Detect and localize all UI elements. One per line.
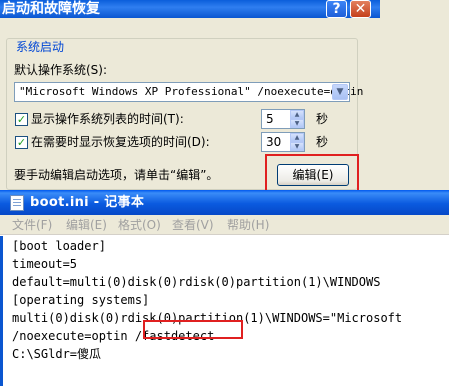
show-list-seconds-value: 5 (266, 112, 274, 126)
show-recovery-label: 在需要时显示恢复选项的时间(D): (31, 135, 210, 149)
chevron-down-icon[interactable]: ▼ (332, 84, 348, 100)
notepad-window: boot.ini - 记事本 文件(F) 编辑(E) 格式(O) 查看(V) 帮… (0, 190, 449, 386)
dialog-title: 启动和故障恢复 (2, 1, 100, 17)
startup-recovery-dialog: 启动和故障恢复 ? ✕ 系统启动 默认操作系统(S): "Microsoft W… (0, 0, 380, 198)
text-line: [boot loader] (12, 239, 106, 253)
default-os-label: 默认操作系统(S): (14, 63, 108, 77)
spin-up-icon[interactable]: ▲ (290, 133, 304, 142)
text-line: default=multi(0)disk(0)rdisk(0)partition… (12, 275, 381, 289)
spin-up-icon[interactable]: ▲ (290, 110, 304, 119)
edit-hint-text: 要手动编辑启动选项，请单击“编辑”。 (14, 168, 219, 182)
default-os-select[interactable]: "Microsoft Windows XP Professional" /noe… (14, 82, 363, 102)
default-os-value: "Microsoft Windows XP Professional" /noe… (19, 85, 364, 98)
highlight-box (143, 320, 243, 339)
spin-down-icon[interactable]: ▼ (290, 142, 304, 151)
seconds-unit-label: 秒 (316, 135, 329, 149)
menu-edit[interactable]: 编辑(E) (66, 217, 107, 233)
text-line: timeout=5 (12, 257, 78, 271)
system-startup-label: 系统启动 (14, 40, 67, 54)
notepad-text-area[interactable]: [boot loader] timeout=5 default=multi(0)… (0, 236, 449, 386)
seconds-unit-label: 秒 (316, 112, 329, 126)
dialog-titlebar: 启动和故障恢复 ? ✕ (0, 0, 380, 18)
close-button[interactable]: ✕ (350, 0, 371, 18)
notepad-titlebar: boot.ini - 记事本 (0, 190, 449, 215)
menu-view[interactable]: 查看(V) (172, 217, 214, 233)
menu-help[interactable]: 帮助(H) (227, 217, 269, 233)
help-button[interactable]: ? (326, 0, 347, 18)
show-list-seconds-input[interactable]: 5 ▲ ▼ (261, 109, 305, 129)
spin-down-icon[interactable]: ▼ (290, 119, 304, 128)
show-list-label: 显示操作系统列表的时间(T): (31, 112, 184, 126)
notepad-title: boot.ini - 记事本 (30, 195, 145, 210)
notepad-menubar: 文件(F) 编辑(E) 格式(O) 查看(V) 帮助(H) (0, 215, 449, 235)
show-recovery-seconds-input[interactable]: 30 ▲ ▼ (261, 132, 305, 152)
show-list-checkbox[interactable]: ✓ (15, 113, 28, 126)
notepad-icon (10, 195, 24, 211)
show-recovery-seconds-value: 30 (266, 135, 282, 149)
text-line: C:\SGldr=傻瓜 (12, 347, 102, 361)
text-line: [operating systems] (12, 293, 150, 307)
menu-file[interactable]: 文件(F) (12, 217, 52, 233)
show-recovery-checkbox[interactable]: ✓ (15, 136, 28, 149)
menu-format[interactable]: 格式(O) (118, 217, 161, 233)
